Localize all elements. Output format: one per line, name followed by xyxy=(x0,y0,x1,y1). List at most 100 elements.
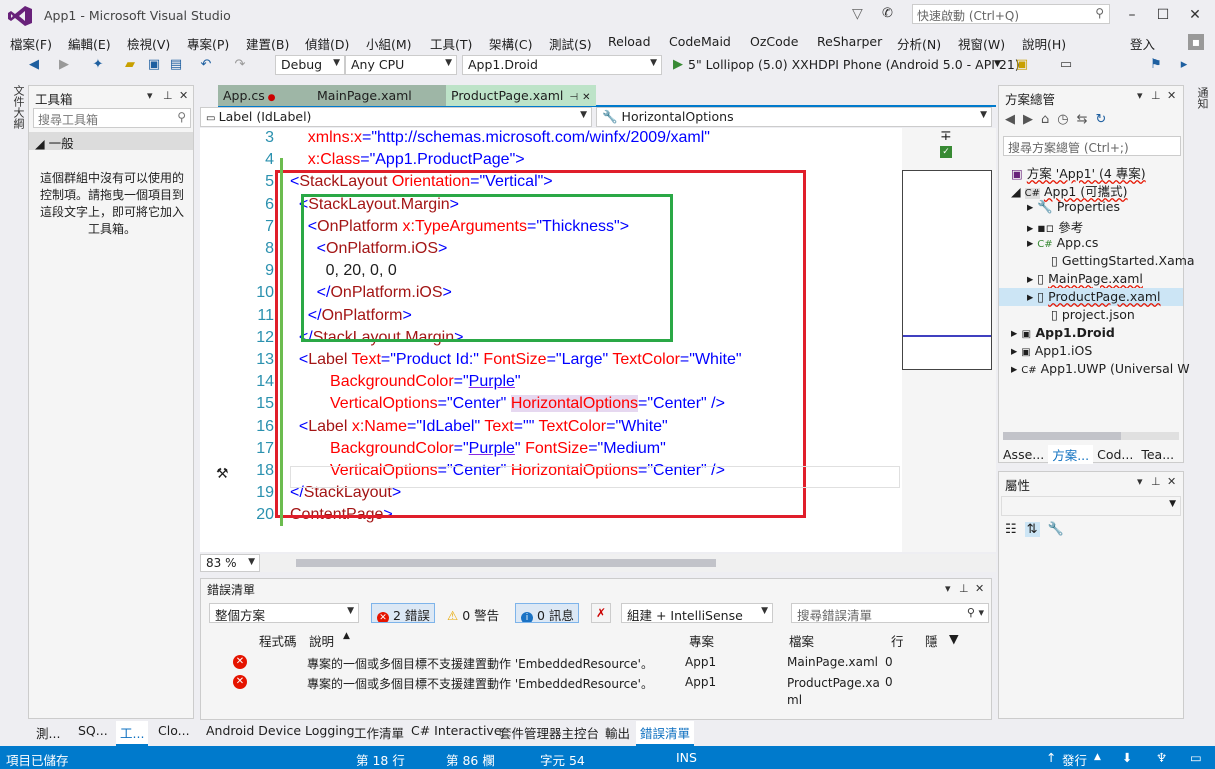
menu-debug[interactable]: 偵錯(D) xyxy=(305,34,349,53)
code-editor[interactable]: 3 xmlns:x="http://schemas.microsoft.com/… xyxy=(200,128,902,552)
wrench-icon[interactable]: 🔧 xyxy=(1048,522,1064,537)
run-target-button[interactable]: 5" Lollipop (5.0) XXHDPI Phone (Android … xyxy=(688,57,1020,72)
close-icon[interactable]: ✕ xyxy=(582,92,590,103)
dropdown-icon[interactable]: ▾ xyxy=(945,582,951,595)
pin-icon[interactable]: ⊥ xyxy=(959,582,969,595)
tab-code[interactable]: Cod... xyxy=(1093,447,1137,462)
menu-ozcode[interactable]: OzCode xyxy=(750,34,798,49)
pin-icon[interactable]: ⊥ xyxy=(163,89,173,102)
chevron-down-icon[interactable]: ▼ xyxy=(994,59,1001,69)
toolbox-group-general[interactable]: ◢ 一般 xyxy=(29,132,193,151)
menu-architecture[interactable]: 架構(C) xyxy=(489,34,532,53)
tree-productpage-xaml[interactable]: ▸ ▯ ProductPage.xaml xyxy=(1027,289,1161,304)
close-icon[interactable]: ✕ xyxy=(975,582,984,595)
filter-icon[interactable]: ▽ xyxy=(852,6,863,22)
error-scope-select[interactable]: 整個方案 ▼ xyxy=(209,603,359,623)
tab-test-explorer[interactable]: 測... xyxy=(36,723,60,742)
tree-gettingstarted[interactable]: ▯ GettingStarted.Xama xyxy=(1051,253,1195,268)
error-row[interactable]: ✕ 專案的一個或多個目標不支援建置動作 'EmbeddedResource'。 … xyxy=(201,653,991,673)
filter-funnel-icon[interactable]: ▼ xyxy=(949,631,959,646)
warnings-filter-button[interactable]: ⚠ 0 警告 xyxy=(441,603,505,623)
errors-filter-button[interactable]: ✕ 2 錯誤 xyxy=(371,603,435,623)
tab-package-manager-console[interactable]: 套件管理器主控台 xyxy=(499,723,599,742)
menu-codemaid[interactable]: CodeMaid xyxy=(669,34,731,49)
tab-android-device-logging[interactable]: Android Device Logging xyxy=(206,723,355,738)
home-icon[interactable]: ⌂ xyxy=(1041,112,1049,127)
tree-project-uwp[interactable]: ▸ C# App1.UWP (Universal W xyxy=(1011,361,1190,376)
sign-in-link[interactable]: 登入 xyxy=(1130,34,1155,53)
horizontal-scroll-thumb[interactable] xyxy=(296,559,716,567)
tree-references[interactable]: ▸ ▪▫ 參考 xyxy=(1027,217,1083,236)
back-icon[interactable]: ◀ xyxy=(1005,112,1015,127)
zoom-select[interactable]: 83 % ▼ xyxy=(200,554,260,572)
tab-sql[interactable]: SQ... xyxy=(78,723,108,738)
pin-icon[interactable]: ⊣ xyxy=(569,92,578,103)
tab-error-list[interactable]: 錯誤清單 xyxy=(636,721,695,746)
tree-project-droid[interactable]: ▸ ▣ App1.Droid xyxy=(1011,325,1115,340)
back-icon[interactable]: ◀ xyxy=(26,57,42,73)
save-icon[interactable]: ▣ xyxy=(146,57,162,73)
tree-mainpage-xaml[interactable]: ▸ ▯ MainPage.xaml xyxy=(1027,271,1143,286)
tree-app-cs[interactable]: ▸ C# App.cs xyxy=(1027,235,1098,250)
menu-build[interactable]: 建置(B) xyxy=(246,34,289,53)
element-select[interactable]: ▭ Label (IdLabel) ▼ xyxy=(200,107,592,127)
document-outline-tab[interactable]: 文件大綱 xyxy=(10,85,25,129)
tab-productpage-xaml[interactable]: ProductPage.xaml ⊣ ✕ xyxy=(446,85,596,106)
column-suppression[interactable]: 隱 xyxy=(925,631,938,650)
menu-window[interactable]: 視窗(W) xyxy=(958,34,1005,53)
tree-project-ios[interactable]: ▸ ▣ App1.iOS xyxy=(1011,343,1092,358)
save-all-icon[interactable]: ▤ xyxy=(168,57,184,73)
menu-file[interactable]: 檔案(F) xyxy=(10,34,52,53)
tab-output[interactable]: 輸出 xyxy=(605,723,630,742)
notification-icon[interactable]: ▭ xyxy=(1190,750,1202,765)
redo-icon[interactable]: ↷ xyxy=(232,57,248,73)
build-source-select[interactable]: 組建 + IntelliSense ▼ xyxy=(621,603,773,623)
menu-resharper[interactable]: ReSharper xyxy=(817,34,882,49)
account-avatar[interactable]: ▪ xyxy=(1188,34,1204,50)
categorized-icon[interactable]: ☷ xyxy=(1005,522,1017,537)
device-icon[interactable]: ▭ xyxy=(1058,57,1074,73)
column-code[interactable]: 程式碼 xyxy=(259,631,297,650)
configuration-select[interactable]: Debug ▼ xyxy=(275,55,345,75)
feedback-icon[interactable]: ✆ xyxy=(882,6,893,21)
maximize-button[interactable]: ☐ xyxy=(1153,6,1173,24)
column-project[interactable]: 專案 xyxy=(689,631,714,650)
undo-icon[interactable]: ↶ xyxy=(198,57,214,73)
properties-object-select[interactable]: ▼ xyxy=(1001,496,1181,516)
download-icon[interactable]: ⬇ xyxy=(1122,750,1132,765)
menu-tools[interactable]: 工具(T) xyxy=(430,34,472,53)
tab-task-list[interactable]: 工作清單 xyxy=(354,723,404,742)
error-search-input[interactable]: 搜尋錯誤清單 ⚲ ▾ xyxy=(791,603,989,623)
clear-filter-icon[interactable]: ✗ xyxy=(591,603,611,623)
tab-team[interactable]: Tea... xyxy=(1137,447,1178,462)
new-project-icon[interactable]: ✦ xyxy=(90,57,106,73)
tab-assets[interactable]: Asse... xyxy=(999,447,1048,462)
toolbar-overflow-icon[interactable]: ▸ xyxy=(1176,57,1192,73)
minimap[interactable] xyxy=(902,170,992,370)
menu-team[interactable]: 小組(M) xyxy=(366,34,412,53)
history-icon[interactable]: ◷ xyxy=(1057,112,1068,127)
hammer-icon[interactable]: ⚒ xyxy=(216,466,229,482)
column-description[interactable]: 說明 xyxy=(309,631,334,650)
publish-button[interactable]: 發行 xyxy=(1062,750,1087,769)
tree-project-portable[interactable]: ◢ C# App1 (可攜式) xyxy=(1011,181,1128,200)
dropdown-icon[interactable]: ▾ xyxy=(1137,475,1143,488)
menu-edit[interactable]: 編輯(E) xyxy=(68,34,111,53)
dropdown-icon[interactable]: ▾ xyxy=(1137,89,1143,102)
close-icon[interactable]: ✕ xyxy=(179,89,188,102)
platform-select[interactable]: Any CPU ▼ xyxy=(345,55,457,75)
solution-search-input[interactable]: 搜尋方案總管 (Ctrl+;) xyxy=(1003,136,1181,156)
member-select[interactable]: 🔧 HorizontalOptions ▼ xyxy=(596,107,992,127)
menu-project[interactable]: 專案(P) xyxy=(187,34,229,53)
tree-properties[interactable]: ▸ 🔧 Properties xyxy=(1027,199,1120,215)
column-line[interactable]: 行 xyxy=(891,631,904,650)
menu-analyze[interactable]: 分析(N) xyxy=(897,34,941,53)
messages-filter-button[interactable]: i 0 訊息 xyxy=(515,603,579,623)
forward-icon[interactable]: ▶ xyxy=(1023,112,1033,127)
tab-csharp-interactive[interactable]: C# Interactive xyxy=(411,723,502,738)
tab-toolbox[interactable]: 工... xyxy=(116,721,149,746)
tree-solution[interactable]: ▣ 方案 'App1' (4 專案) xyxy=(1011,163,1146,182)
tree-project-json[interactable]: ▯ project.json xyxy=(1051,307,1135,322)
refresh-icon[interactable]: ↻ xyxy=(1096,112,1107,127)
menu-help[interactable]: 說明(H) xyxy=(1022,34,1066,53)
